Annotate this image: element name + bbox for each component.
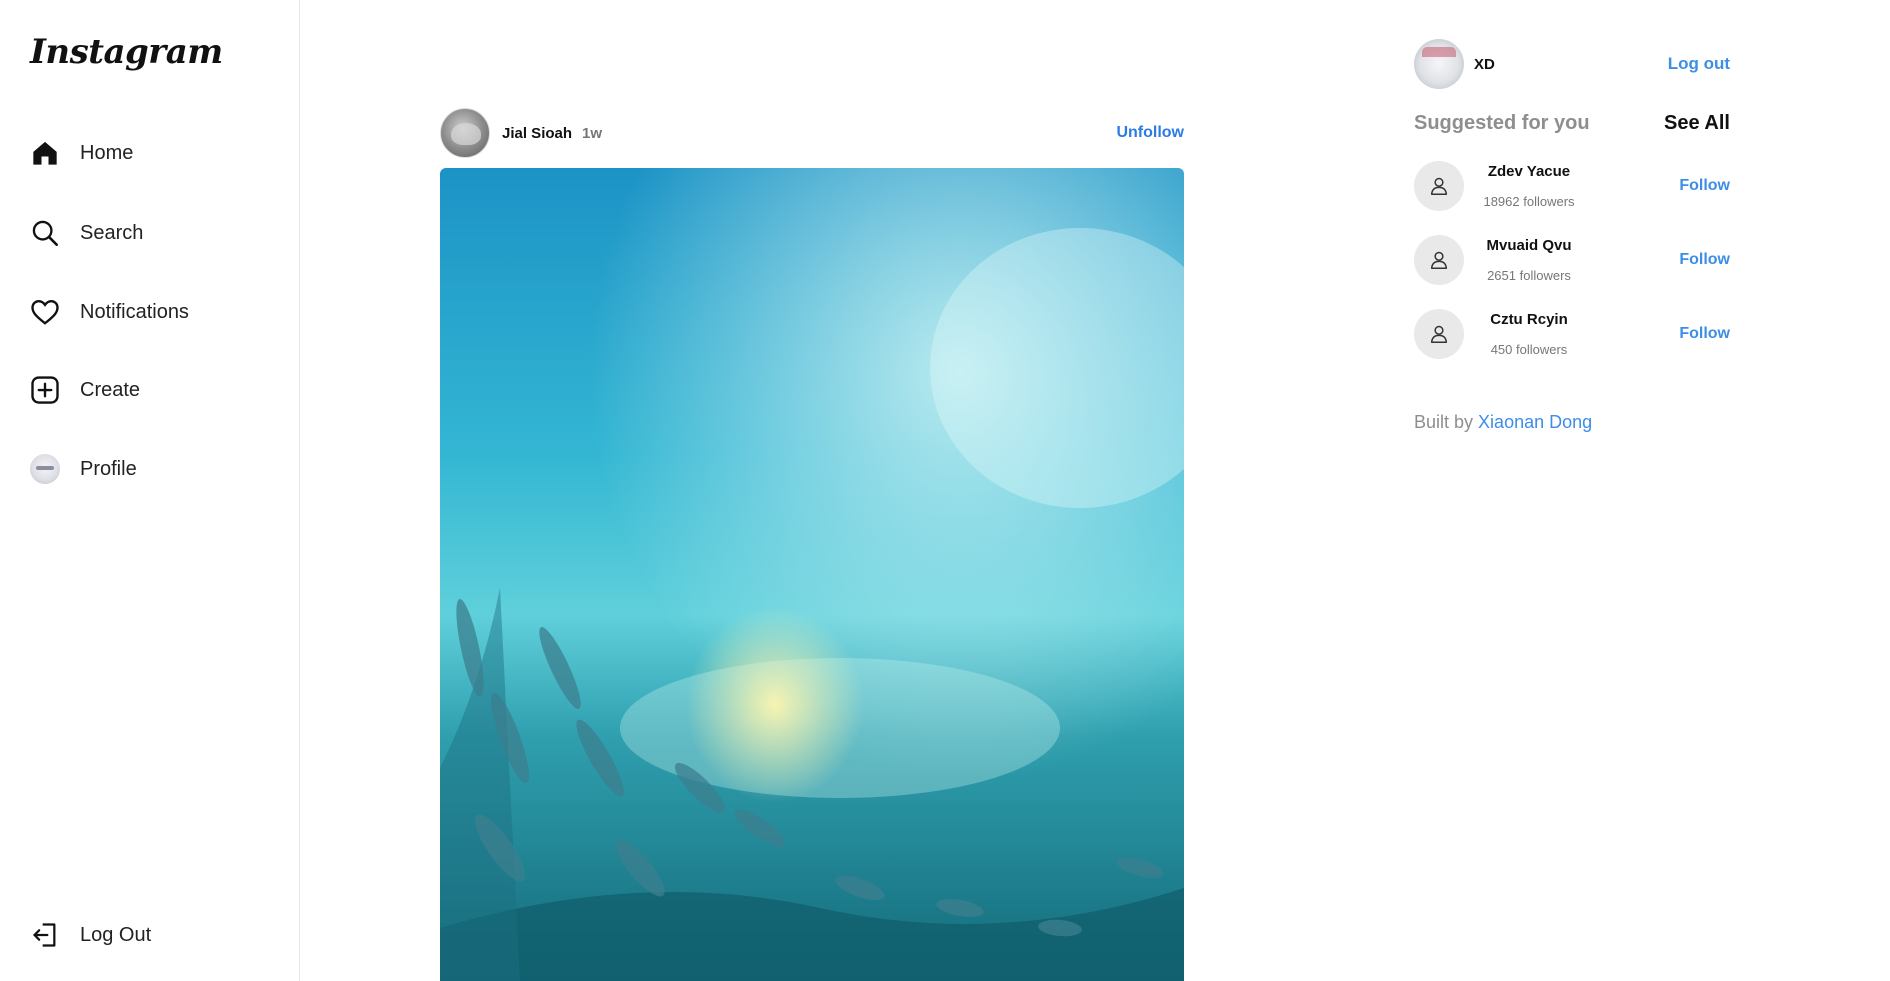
search-icon — [30, 218, 60, 248]
sidebar-item-label: Profile — [80, 457, 137, 480]
sidebar-item-label: Create — [80, 378, 141, 401]
post-username[interactable]: Jial Sioah — [502, 125, 572, 142]
post-image[interactable] — [440, 168, 1184, 981]
follow-button[interactable]: Follow — [1679, 177, 1730, 195]
avatar — [30, 454, 60, 484]
suggested-title: Suggested for you — [1414, 112, 1590, 134]
user-icon[interactable] — [1414, 161, 1464, 211]
current-username[interactable]: XD — [1474, 56, 1495, 73]
built-by-text: Built by — [1414, 412, 1474, 432]
unfollow-button[interactable]: Unfollow — [1116, 124, 1184, 142]
instagram-logo[interactable]: Instagram — [30, 32, 223, 72]
follow-button[interactable]: Follow — [1679, 251, 1730, 269]
suggestion-followers: 18962 followers — [1483, 194, 1575, 209]
suggestion-text: Cztu Rcyin 450 followers — [1474, 311, 1584, 357]
sidebar-item-logout[interactable]: Log Out — [30, 915, 151, 955]
underwater-photo — [440, 168, 1184, 981]
author-link[interactable]: Xiaonan Dong — [1478, 412, 1592, 432]
sidebar-item-label: Search — [80, 221, 144, 244]
sidebar-item-label: Log Out — [80, 923, 152, 946]
post-time: 1w — [582, 124, 603, 142]
suggestion-name[interactable]: Zdev Yacue — [1488, 163, 1570, 180]
sidebar-item-create[interactable]: Create — [30, 370, 140, 410]
suggestions-header: Suggested for you See All — [1414, 112, 1730, 135]
user-icon[interactable] — [1414, 235, 1464, 285]
post-header: Jial Sioah 1w Unfollow — [440, 108, 1184, 158]
suggestion-item: Mvuaid Qvu 2651 followers Follow — [1414, 232, 1730, 288]
sidebar-item-label: Notifications — [80, 300, 189, 323]
suggestion-item: Zdev Yacue 18962 followers Follow — [1414, 158, 1730, 214]
home-icon — [30, 138, 60, 168]
suggestion-followers: 2651 followers — [1487, 268, 1571, 283]
footer-credit: Built by Xiaonan Dong — [1414, 412, 1592, 433]
current-user: XD Log out — [1414, 39, 1730, 89]
see-all-button[interactable]: See All — [1664, 112, 1730, 135]
sidebar: Instagram Home Search Notifications Crea… — [0, 0, 300, 981]
suggestion-followers: 450 followers — [1490, 342, 1568, 357]
profile-avatar-wrap — [30, 454, 60, 484]
follow-button[interactable]: Follow — [1679, 325, 1730, 343]
avatar[interactable] — [1414, 39, 1464, 89]
suggestion-text: Zdev Yacue 18962 followers — [1474, 163, 1584, 209]
user-icon[interactable] — [1414, 309, 1464, 359]
heart-icon — [30, 297, 60, 327]
suggestion-text: Mvuaid Qvu 2651 followers — [1474, 237, 1584, 283]
sidebar-item-label: Home — [80, 141, 134, 164]
suggestion-name[interactable]: Cztu Rcyin — [1490, 311, 1568, 328]
logout-link[interactable]: Log out — [1668, 54, 1730, 74]
sidebar-item-home[interactable]: Home — [30, 133, 133, 173]
suggestion-name[interactable]: Mvuaid Qvu — [1486, 237, 1571, 254]
sidebar-item-notifications[interactable]: Notifications — [30, 292, 189, 332]
avatar[interactable] — [440, 108, 490, 158]
logout-icon — [30, 920, 60, 950]
suggestion-item: Cztu Rcyin 450 followers Follow — [1414, 306, 1730, 362]
sidebar-item-search[interactable]: Search — [30, 213, 143, 253]
plus-square-icon — [30, 375, 60, 405]
sidebar-item-profile[interactable]: Profile — [30, 449, 137, 489]
